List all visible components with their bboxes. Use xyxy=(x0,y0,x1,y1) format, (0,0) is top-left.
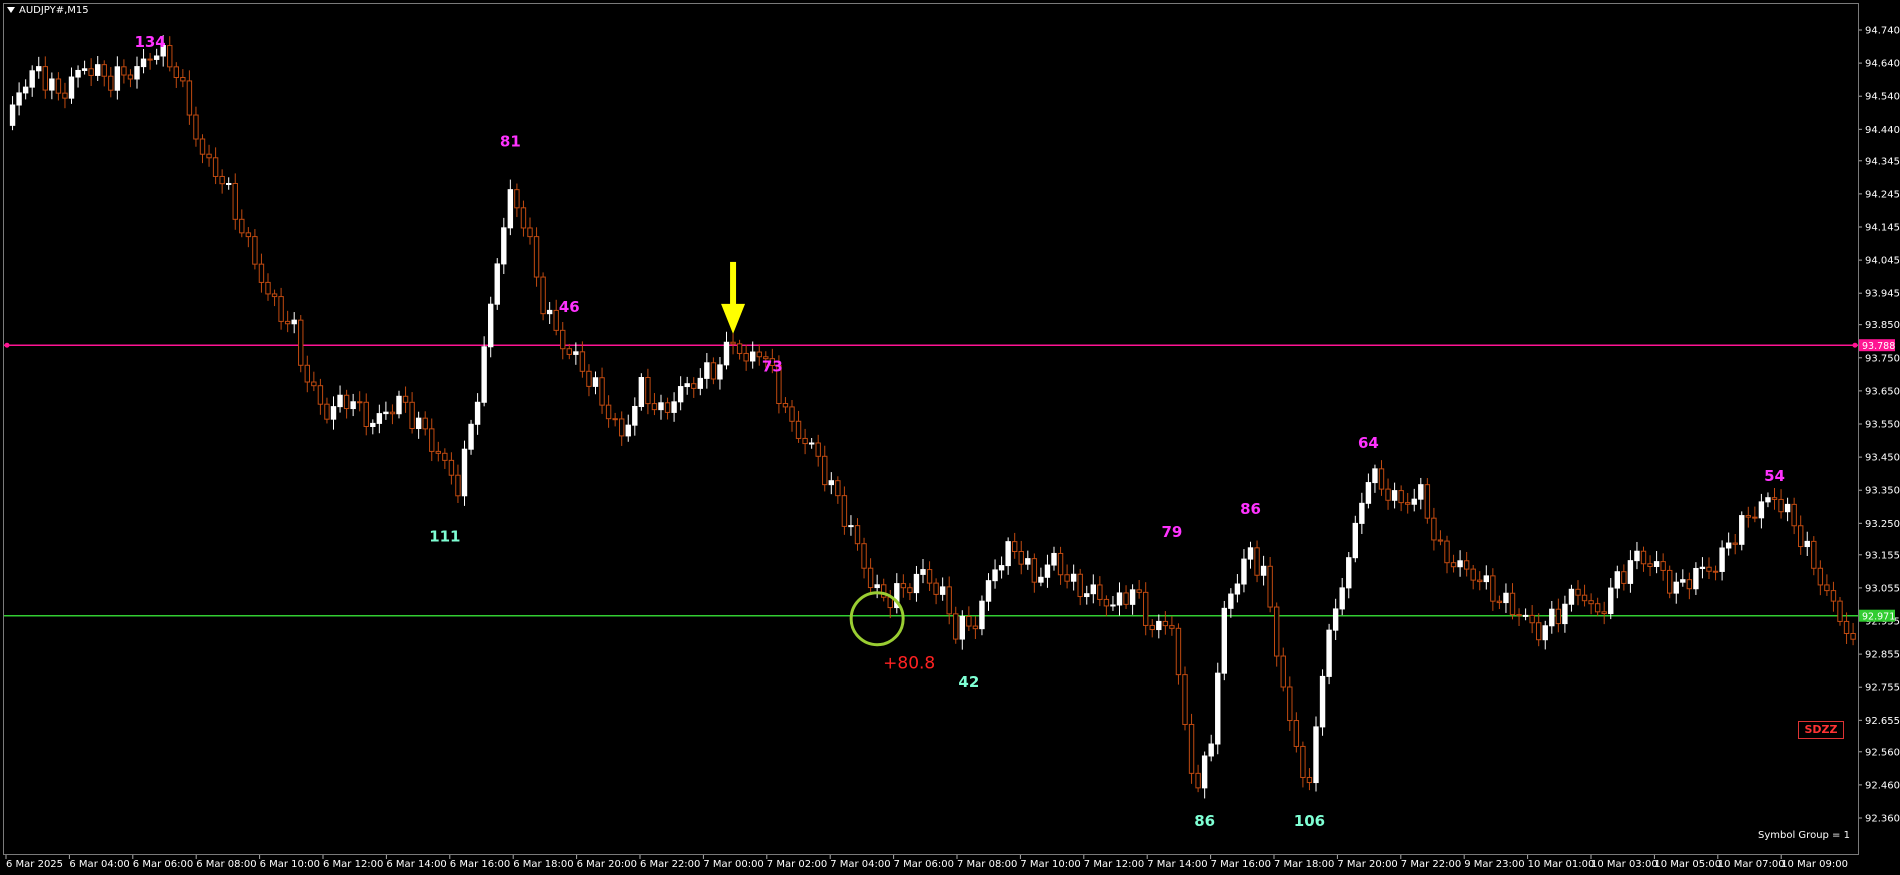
time-tick-label: 7 Mar 18:00 xyxy=(1274,859,1334,870)
price-tick-label: 94.145 xyxy=(1865,223,1900,234)
time-tick-label: 7 Mar 02:00 xyxy=(767,859,827,870)
time-tick-label: 6 Mar 18:00 xyxy=(513,859,573,870)
time-tick-label: 7 Mar 20:00 xyxy=(1337,859,1397,870)
indicator-badge[interactable]: SDZZ xyxy=(1798,721,1844,739)
time-tick-label: 10 Mar 09:00 xyxy=(1781,859,1848,870)
price-tick-label: 93.650 xyxy=(1865,386,1900,397)
time-tick-label: 7 Mar 14:00 xyxy=(1147,859,1207,870)
price-tick-label: 93.850 xyxy=(1865,320,1900,331)
symbol-group-label: Symbol Group = 1 xyxy=(1758,830,1850,841)
price-tick-label: 92.360 xyxy=(1865,814,1900,825)
price-tick-label: 94.345 xyxy=(1865,156,1900,167)
time-tick-label: 7 Mar 04:00 xyxy=(830,859,890,870)
price-tick-label: 93.155 xyxy=(1865,550,1900,561)
price-tick-label: 93.055 xyxy=(1865,583,1900,594)
time-tick-label: 6 Mar 08:00 xyxy=(196,859,256,870)
price-tick-label: 94.540 xyxy=(1865,92,1900,103)
time-tick-label: 7 Mar 12:00 xyxy=(1084,859,1144,870)
time-tick-label: 10 Mar 05:00 xyxy=(1654,859,1721,870)
plot-frame xyxy=(3,3,1859,855)
time-tick-label: 6 Mar 12:00 xyxy=(323,859,383,870)
price-tick-label: 92.655 xyxy=(1865,716,1900,727)
symbol-title: AUDJPY#,M15 xyxy=(19,5,89,16)
time-tick-label: 7 Mar 10:00 xyxy=(1020,859,1080,870)
time-tick-label: 7 Mar 06:00 xyxy=(894,859,954,870)
time-tick-label: 10 Mar 07:00 xyxy=(1718,859,1785,870)
time-tick-label: 7 Mar 16:00 xyxy=(1211,859,1271,870)
time-tick-label: 10 Mar 01:00 xyxy=(1528,859,1595,870)
time-tick-label: 9 Mar 23:00 xyxy=(1464,859,1524,870)
time-tick-label: 7 Mar 00:00 xyxy=(703,859,763,870)
pink-level-tag: 93.788 xyxy=(1862,341,1895,352)
price-tick-label: 93.750 xyxy=(1865,353,1900,364)
price-tick-label: 93.350 xyxy=(1865,486,1900,497)
time-tick-label: 6 Mar 14:00 xyxy=(386,859,446,870)
time-tick-label: 6 Mar 22:00 xyxy=(640,859,700,870)
price-tick-label: 93.550 xyxy=(1865,420,1900,431)
price-tick-label: 92.855 xyxy=(1865,650,1900,661)
price-tick-label: 93.945 xyxy=(1865,289,1900,300)
price-tick-label: 94.045 xyxy=(1865,256,1900,267)
chart-window[interactable]: 94.740 94.640 94.540 94.440 94.345 94.245 94.1… xyxy=(0,0,1900,875)
price-tick-label: 94.440 xyxy=(1865,125,1900,136)
chevron-down-icon[interactable] xyxy=(7,7,15,13)
time-tick-label: 6 Mar 2025 xyxy=(6,859,63,870)
green-level-tag: 92.971 xyxy=(1862,612,1895,623)
time-tick-label: 6 Mar 06:00 xyxy=(133,859,193,870)
price-tick-label: 94.245 xyxy=(1865,189,1900,200)
price-tick-label: 93.450 xyxy=(1865,453,1900,464)
time-tick-label: 6 Mar 16:00 xyxy=(450,859,510,870)
price-tick-label: 92.560 xyxy=(1865,747,1900,758)
time-tick-label: 6 Mar 04:00 xyxy=(69,859,129,870)
time-tick-label: 6 Mar 10:00 xyxy=(260,859,320,870)
chart-title[interactable]: AUDJPY#,M15 xyxy=(7,5,89,16)
price-tick-label: 94.740 xyxy=(1865,26,1900,37)
price-tick-label: 93.250 xyxy=(1865,519,1900,530)
time-tick-label: 7 Mar 22:00 xyxy=(1401,859,1461,870)
time-tick-label: 6 Mar 20:00 xyxy=(577,859,637,870)
price-tick-label: 92.755 xyxy=(1865,683,1900,694)
price-tick-label: 94.640 xyxy=(1865,59,1900,70)
price-tick-label: 92.460 xyxy=(1865,780,1900,791)
time-tick-label: 7 Mar 08:00 xyxy=(957,859,1017,870)
time-tick-label: 10 Mar 03:00 xyxy=(1591,859,1658,870)
